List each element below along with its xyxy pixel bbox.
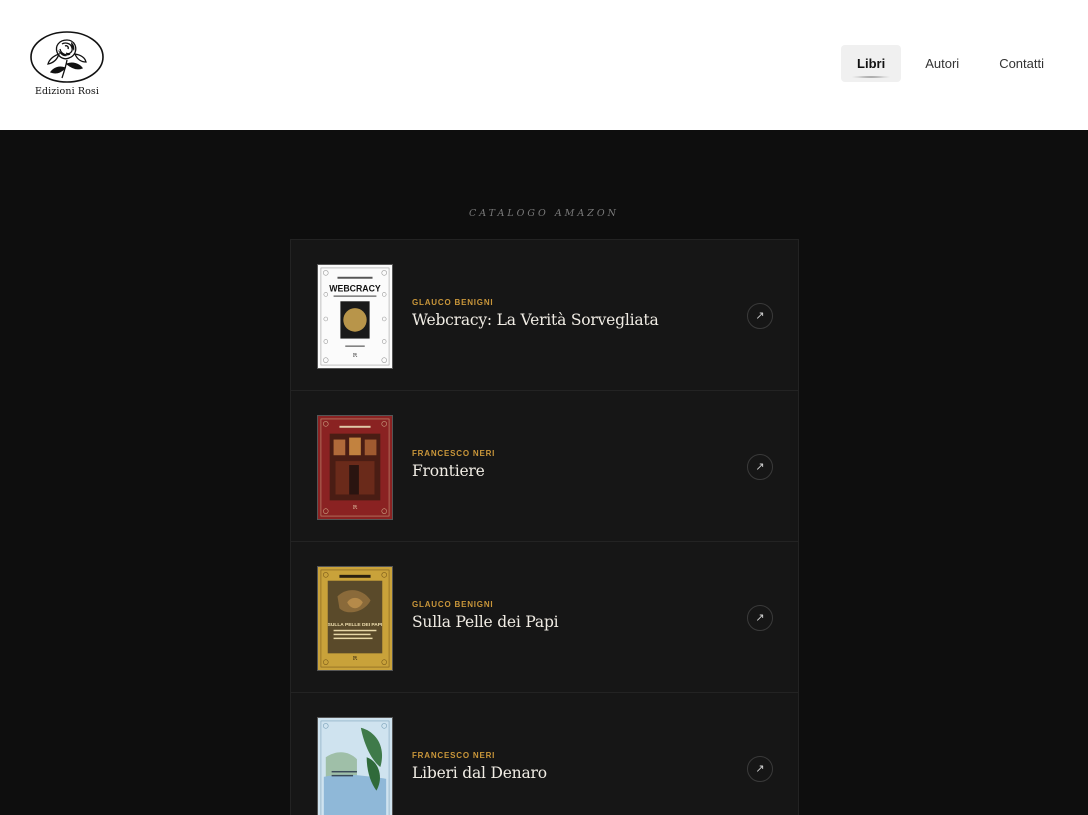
main-nav: Libri Autori Contatti	[841, 45, 1060, 82]
cover-title: SULLA PELLE DEI PAPI	[328, 622, 383, 628]
book-meta: FRANCESCO NERI Frontiere	[412, 449, 495, 480]
cover-title: WEBCRACY	[329, 283, 381, 293]
section-label: CATALOGO AMAZON	[469, 208, 619, 219]
arrow-up-right-icon[interactable]: ↗	[747, 303, 773, 329]
nav-item-libri[interactable]: Libri	[841, 45, 902, 82]
book-meta: FRANCESCO NERI Liberi dal Denaro	[412, 751, 547, 782]
book-row[interactable]: R FRANCESCO NERI Frontiere ↗	[291, 391, 798, 542]
book-row[interactable]: WEBCRACY R GLAUCO BENIGNI Webcracy: La V…	[291, 240, 798, 391]
book-author: GLAUCO BENIGNI	[412, 600, 494, 609]
svg-text:R: R	[353, 505, 358, 511]
arrow-up-right-icon[interactable]: ↗	[747, 454, 773, 480]
book-author: FRANCESCO NERI	[412, 449, 496, 458]
book-title[interactable]: Webcracy: La Verità Sorvegliata	[412, 311, 659, 329]
arrow-up-right-icon[interactable]: ↗	[747, 605, 773, 631]
brand-name: Edizioni Rosi	[34, 86, 100, 97]
svg-text:R: R	[353, 656, 358, 662]
book-author: FRANCESCO NERI	[412, 751, 496, 760]
site-header: Edizioni Rosi Libri Autori Contatti	[0, 0, 1088, 130]
book-meta: GLAUCO BENIGNI Sulla Pelle dei Papi	[412, 600, 559, 631]
book-meta: GLAUCO BENIGNI Webcracy: La Verità Sorve…	[412, 298, 659, 329]
book-cover[interactable]	[317, 717, 393, 815]
rose-logo-icon	[30, 31, 104, 83]
book-title[interactable]: Sulla Pelle dei Papi	[412, 613, 559, 631]
nav-item-contatti[interactable]: Contatti	[983, 45, 1060, 82]
book-title[interactable]: Frontiere	[412, 462, 495, 480]
book-list: WEBCRACY R GLAUCO BENIGNI Webcracy: La V…	[290, 239, 799, 815]
brand-logo[interactable]: Edizioni Rosi	[28, 30, 106, 100]
book-title[interactable]: Liberi dal Denaro	[412, 764, 547, 782]
nav-item-autori[interactable]: Autori	[909, 45, 975, 82]
book-cover[interactable]: WEBCRACY R	[317, 264, 393, 369]
arrow-up-right-icon[interactable]: ↗	[747, 756, 773, 782]
book-cover[interactable]: SULLA PELLE DEI PAPI R	[317, 566, 393, 671]
book-row[interactable]: FRANCESCO NERI Liberi dal Denaro ↗	[291, 693, 798, 815]
book-row[interactable]: SULLA PELLE DEI PAPI R GLAUCO BENIGNI Su…	[291, 542, 798, 693]
svg-text:R: R	[353, 353, 358, 359]
book-cover[interactable]: R	[317, 415, 393, 520]
book-author: GLAUCO BENIGNI	[412, 298, 494, 307]
